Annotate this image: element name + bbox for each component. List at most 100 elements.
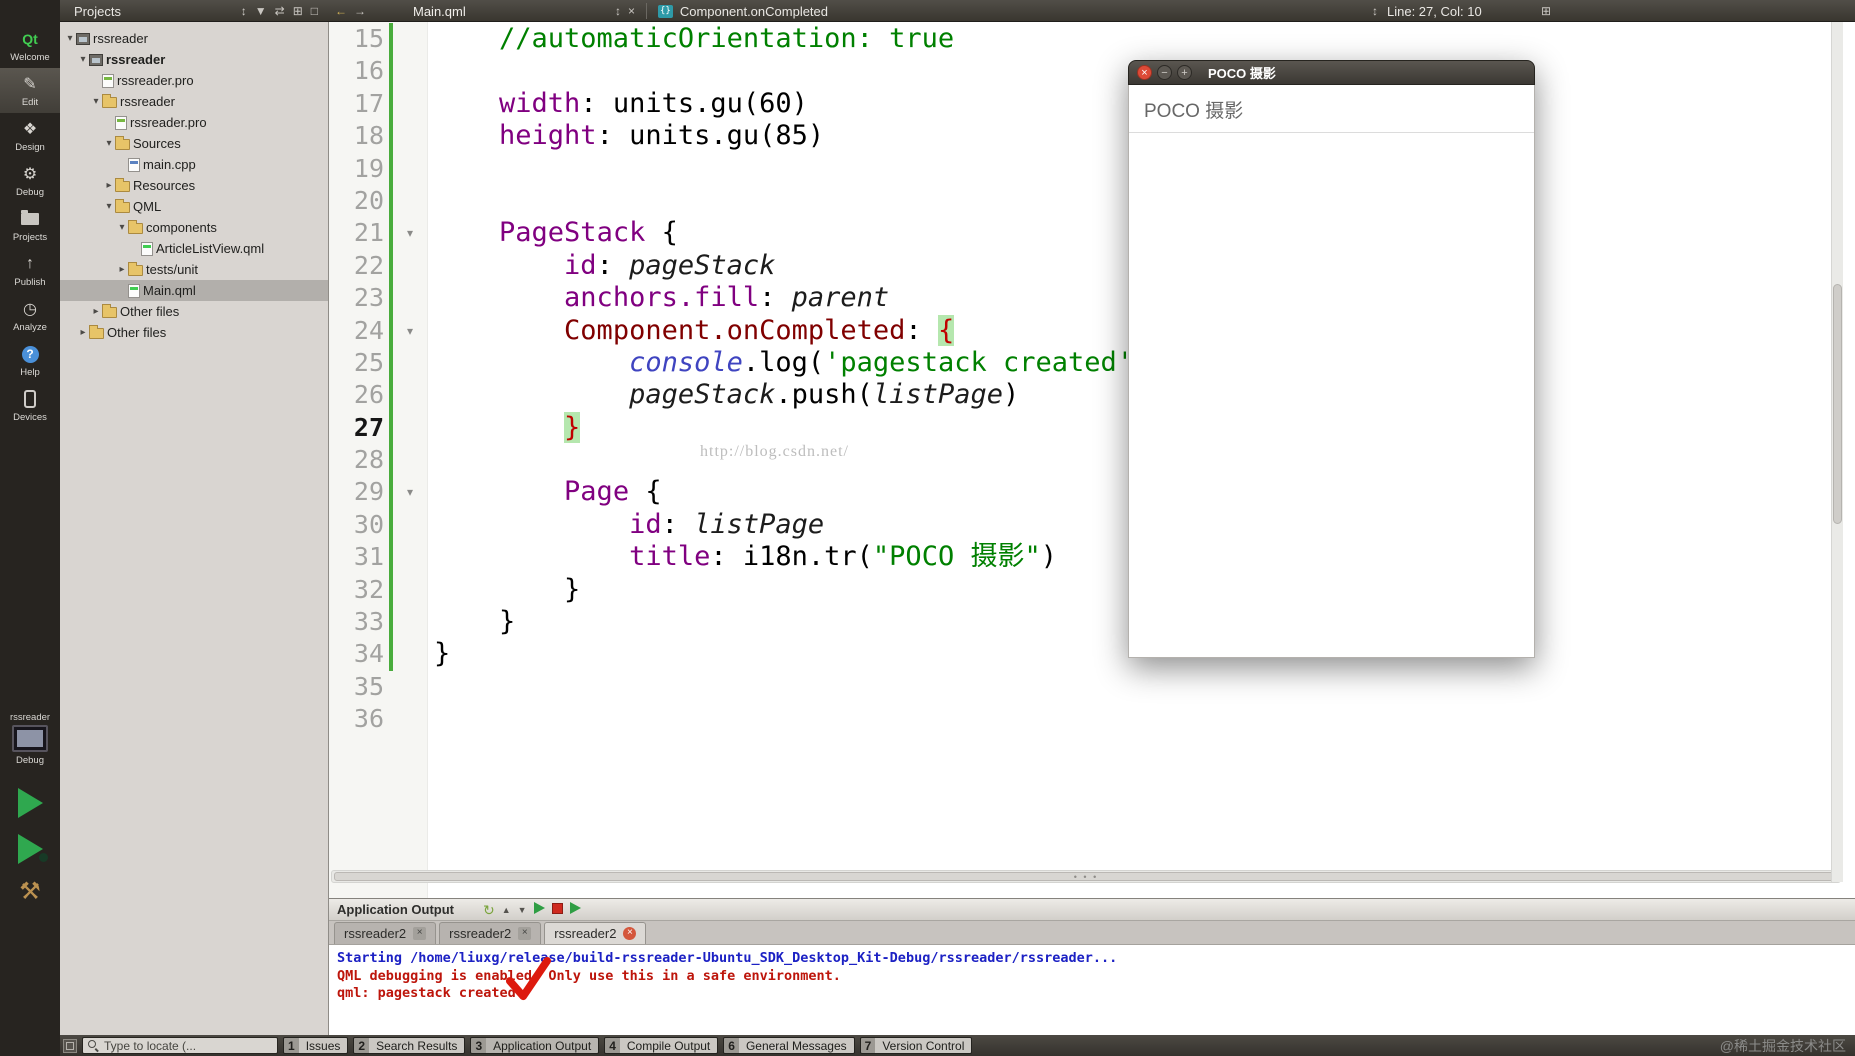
- expander-icon[interactable]: [116, 222, 128, 233]
- mode-projects[interactable]: Projects: [0, 203, 60, 248]
- mode-help[interactable]: ? Help: [0, 338, 60, 383]
- tree-item[interactable]: rssreader.pro: [60, 112, 328, 133]
- tree-item[interactable]: main.cpp: [60, 154, 328, 175]
- cursor-combo-icon[interactable]: ↕: [1372, 0, 1378, 22]
- hscroll-handle[interactable]: • • •: [334, 872, 1838, 882]
- close-tab-icon[interactable]: ×: [623, 927, 637, 940]
- panel-button-version-control[interactable]: 7 Version Control: [859, 1037, 973, 1054]
- tree-item[interactable]: ArticleListView.qml: [60, 238, 328, 259]
- application-output-content: Starting /home/liuxg/release/build-rssre…: [329, 945, 1855, 1034]
- toggle-sidebar-icon[interactable]: [63, 1038, 77, 1053]
- expander-icon[interactable]: [77, 54, 89, 65]
- open-document-name[interactable]: Main.qml: [413, 4, 608, 19]
- document-dropdown-icon[interactable]: ↕: [615, 0, 621, 22]
- split-pane-icon[interactable]: □: [311, 0, 318, 22]
- code-line: 29 Page {: [329, 476, 1843, 509]
- output-pane-header: Application Output ↻ ▲ ▼: [329, 899, 1855, 921]
- tree-item[interactable]: Resources: [60, 175, 328, 196]
- tree-item[interactable]: Other files: [60, 301, 328, 322]
- tree-item[interactable]: Other files: [60, 322, 328, 343]
- run-icon[interactable]: [533, 899, 545, 921]
- panel-button-search-results[interactable]: 2 Search Results: [353, 1037, 466, 1054]
- tree-item[interactable]: rssreader: [60, 91, 328, 112]
- run-qml-icon[interactable]: [569, 899, 581, 921]
- output-tab[interactable]: rssreader2 ×: [439, 922, 542, 944]
- sync-with-editor-icon[interactable]: ⇄: [275, 0, 285, 22]
- code-line: 34}: [329, 638, 1843, 671]
- locator-field[interactable]: [82, 1037, 278, 1054]
- code-editor[interactable]: 15 //automaticOrientation: true 16 17 wi…: [329, 22, 1843, 898]
- tree-item-main-qml[interactable]: Main.qml: [60, 280, 328, 301]
- build-button[interactable]: ⚒: [0, 878, 60, 906]
- editor-horizontal-scrollbar[interactable]: • • •: [331, 870, 1841, 883]
- minimize-icon[interactable]: −: [1157, 65, 1172, 80]
- panel-button-issues[interactable]: 1 Issues: [283, 1037, 349, 1054]
- mode-welcome[interactable]: Qt Welcome: [0, 23, 60, 68]
- locator-input[interactable]: [104, 1038, 269, 1053]
- maximize-icon[interactable]: +: [1177, 65, 1192, 80]
- rerun-icon[interactable]: ↻: [483, 899, 495, 921]
- output-tab[interactable]: rssreader2 ×: [334, 922, 437, 944]
- top-toolbar: Projects ↕ ▼ ⇄ ⊞ □ ← → Main.qml ↕ × {} C…: [0, 0, 1855, 22]
- fold-marker-icon[interactable]: [393, 476, 427, 508]
- expander-icon[interactable]: [64, 33, 76, 44]
- pane-selector-icon[interactable]: ↕: [241, 0, 247, 22]
- tree-item[interactable]: components: [60, 217, 328, 238]
- mode-design[interactable]: ❖ Design: [0, 113, 60, 158]
- close-tab-icon[interactable]: ×: [518, 927, 532, 940]
- mode-devices[interactable]: Devices: [0, 383, 60, 428]
- panel-button-general-messages[interactable]: 6 General Messages: [723, 1037, 855, 1054]
- go-back-icon[interactable]: ←: [335, 0, 347, 22]
- debug-gear-icon: ⚙: [22, 166, 38, 183]
- expander-icon[interactable]: [90, 96, 102, 107]
- status-bar: 1 Issues 2 Search Results 3 Application …: [60, 1035, 1855, 1056]
- editor-vertical-scrollbar[interactable]: [1831, 22, 1843, 882]
- editor-toolbar: ← → Main.qml ↕ × {} Component.onComplete…: [335, 0, 828, 22]
- next-item-icon[interactable]: ▼: [518, 899, 527, 921]
- close-document-icon[interactable]: ×: [628, 0, 635, 22]
- kit-selector[interactable]: rssreader Debug: [0, 712, 60, 766]
- mode-debug[interactable]: ⚙ Debug: [0, 158, 60, 203]
- toolbar-separator: [646, 3, 648, 19]
- qt-creator-window: Projects ↕ ▼ ⇄ ⊞ □ ← → Main.qml ↕ × {} C…: [0, 0, 1855, 1056]
- tree-item[interactable]: rssreader: [60, 28, 328, 49]
- code-line: 28: [329, 444, 1843, 477]
- run-button[interactable]: [0, 788, 60, 818]
- panel-button-compile-output[interactable]: 4 Compile Output: [604, 1037, 719, 1054]
- start-debugging-button[interactable]: [0, 834, 60, 864]
- preview-window[interactable]: × − + POCO 摄影 POCO 摄影: [1128, 60, 1535, 658]
- split-editor-icon[interactable]: ⊞: [1541, 0, 1551, 22]
- expander-icon[interactable]: [90, 306, 102, 317]
- mode-sidebar: Qt Welcome ✎ Edit ❖ Design ⚙ Debug Proje…: [0, 0, 60, 1056]
- collapse-all-icon[interactable]: ⊞: [293, 0, 303, 22]
- go-forward-icon[interactable]: →: [354, 0, 366, 22]
- expander-icon[interactable]: [116, 264, 128, 275]
- mode-edit[interactable]: ✎ Edit: [0, 68, 60, 113]
- stop-icon[interactable]: [551, 899, 563, 921]
- filter-icon[interactable]: ▼: [255, 0, 267, 22]
- mode-analyze[interactable]: ◷ Analyze: [0, 293, 60, 338]
- tree-item[interactable]: rssreader.pro: [60, 70, 328, 91]
- expander-icon[interactable]: [103, 138, 115, 149]
- line-number: 28: [353, 445, 384, 475]
- mode-publish[interactable]: ↑ Publish: [0, 248, 60, 293]
- tree-item[interactable]: tests/unit: [60, 259, 328, 280]
- expander-icon[interactable]: [103, 180, 115, 191]
- expander-icon[interactable]: [103, 201, 115, 212]
- expander-icon[interactable]: [77, 327, 89, 338]
- code-area: 15 //automaticOrientation: true 16 17 wi…: [329, 23, 1843, 736]
- tree-item[interactable]: QML: [60, 196, 328, 217]
- tree-item[interactable]: rssreader: [60, 49, 328, 70]
- devices-phone-icon: [24, 390, 36, 408]
- close-icon[interactable]: ×: [1137, 65, 1152, 80]
- close-tab-icon[interactable]: ×: [413, 927, 427, 940]
- previous-item-icon[interactable]: ▲: [502, 899, 511, 921]
- tree-item[interactable]: Sources: [60, 133, 328, 154]
- fold-marker-icon[interactable]: [393, 315, 427, 347]
- panel-button-application-output[interactable]: 3 Application Output: [470, 1037, 600, 1054]
- output-tab-active[interactable]: rssreader2 ×: [544, 922, 647, 944]
- fold-marker-icon[interactable]: [393, 217, 427, 249]
- preview-window-titlebar[interactable]: × − + POCO 摄影: [1128, 60, 1535, 85]
- symbol-breadcrumb[interactable]: Component.onCompleted: [680, 4, 828, 19]
- vscroll-handle[interactable]: [1833, 284, 1842, 524]
